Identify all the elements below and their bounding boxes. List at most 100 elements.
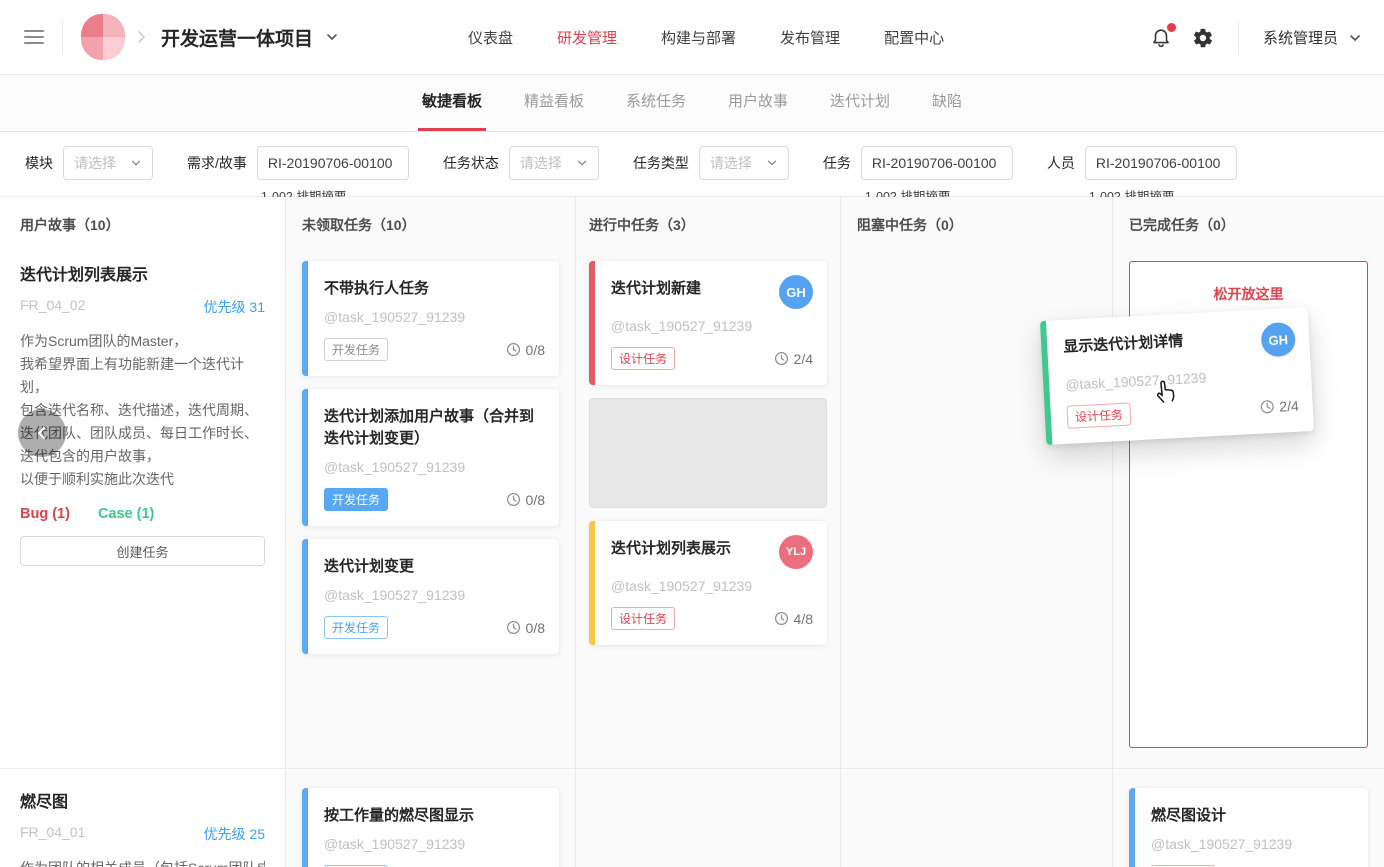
nav-item-release[interactable]: 发布管理 <box>780 27 840 48</box>
filter-label: 任务状态 <box>443 146 499 180</box>
nav-item-build-deploy[interactable]: 构建与部署 <box>661 27 736 48</box>
task-tag: 开发任务 <box>324 488 388 511</box>
task-card[interactable]: 迭代计划新建 GH @task_190527_91239 设计任务 2/4 <box>589 261 827 385</box>
task-card[interactable]: 燃尽图设计 @task_190527_91239 设计任务 <box>1129 788 1368 867</box>
gear-icon[interactable] <box>1192 27 1214 49</box>
clock-icon <box>506 342 521 357</box>
task-tag: 设计任务 <box>1066 402 1131 428</box>
task-title: 迭代计划添加用户故事（合并到迭代计划变更） <box>324 406 545 450</box>
hand-pointer-icon <box>1150 376 1181 412</box>
task-title: 迭代计划列表展示 <box>611 538 731 560</box>
task-title: 迭代计划变更 <box>324 556 545 578</box>
tab-defects[interactable]: 缺陷 <box>928 75 966 131</box>
assignee-avatar[interactable]: YLJ <box>779 535 813 569</box>
app-header: 开发运营一体项目 仪表盘 研发管理 构建与部署 发布管理 配置中心 系统管理员 <box>0 0 1384 75</box>
chevron-down-icon <box>130 157 142 169</box>
drop-zone-label: 松开放这里 <box>1130 284 1367 304</box>
nav-item-dashboard[interactable]: 仪表盘 <box>468 27 513 48</box>
drag-placeholder <box>589 398 827 508</box>
select-placeholder: 请选择 <box>74 153 116 173</box>
filter-module: 模块 请选择 <box>25 146 153 196</box>
task-id: @task_190527_91239 <box>324 836 545 852</box>
bell-icon[interactable] <box>1150 26 1172 50</box>
clock-icon <box>774 611 789 626</box>
module-select[interactable]: 请选择 <box>63 146 153 180</box>
task-card[interactable]: 迭代计划变更 @task_190527_91239 开发任务 0/8 <box>302 539 559 654</box>
task-hours: 2/4 <box>794 351 813 367</box>
filter-label: 任务类型 <box>633 146 689 180</box>
filter-label: 模块 <box>25 146 53 180</box>
task-id: @task_190527_91239 <box>1151 836 1354 852</box>
filter-person: 人员 1-002 排期摘要 <box>1047 146 1237 196</box>
header-right: 系统管理员 <box>1150 0 1362 75</box>
task-title: 燃尽图设计 <box>1151 805 1354 827</box>
story-description: 作为Scrum团队的Master， 我希望界面上有功能新建一个迭代计划， 包含迭… <box>20 330 265 491</box>
tab-agile-board[interactable]: 敏捷看板 <box>418 75 486 131</box>
column-title: 未领取任务（10） <box>302 215 559 235</box>
filter-task-status: 任务状态 请选择 <box>443 146 599 196</box>
nav-item-rd-management[interactable]: 研发管理 <box>557 27 617 48</box>
task-tag: 开发任务 <box>324 616 388 639</box>
chevron-down-icon[interactable] <box>325 30 339 44</box>
task-id: @task_190527_91239 <box>1065 365 1298 393</box>
task-id: @task_190527_91239 <box>324 459 545 475</box>
clock-icon <box>506 620 521 635</box>
tab-system-tasks[interactable]: 系统任务 <box>622 75 690 131</box>
app-logo[interactable] <box>81 14 125 60</box>
case-count-link[interactable]: Case (1) <box>98 506 154 522</box>
tab-lean-board[interactable]: 精益看板 <box>520 75 588 131</box>
chevron-down-icon <box>1348 31 1362 45</box>
task-id: @task_190527_91239 <box>611 318 813 334</box>
nav-item-config-center[interactable]: 配置中心 <box>884 27 944 48</box>
story-card-lane2[interactable]: 燃尽图 FR_04_01 优先级 25 作为团队的相关成员（包括Scrum团队成 <box>20 788 265 867</box>
assignee-avatar[interactable]: GH <box>1260 322 1296 358</box>
task-status-select[interactable]: 请选择 <box>509 146 599 180</box>
project-title[interactable]: 开发运营一体项目 <box>161 24 313 51</box>
bug-count-link[interactable]: Bug (1) <box>20 506 70 522</box>
task-hours: 2/4 <box>1279 397 1299 414</box>
task-tag: 设计任务 <box>611 607 675 630</box>
column-title: 进行中任务（3） <box>589 215 827 235</box>
chevron-down-icon <box>766 157 778 169</box>
tab-iteration-plan[interactable]: 迭代计划 <box>826 75 894 131</box>
task-id: @task_190527_91239 <box>324 587 545 603</box>
user-name: 系统管理员 <box>1263 27 1338 48</box>
assignee-avatar[interactable]: GH <box>779 275 813 309</box>
column-done: 已完成任务（0） 松开放这里 燃尽图设计 @task_190527_91239 … <box>1112 197 1384 867</box>
chevron-down-icon <box>576 157 588 169</box>
story-input[interactable] <box>257 146 409 180</box>
filter-label: 需求/故事 <box>187 146 247 180</box>
column-blocked: 阻塞中任务（0） <box>840 197 1112 867</box>
story-priority: 优先级 25 <box>204 824 265 844</box>
person-input[interactable] <box>1085 146 1237 180</box>
user-menu[interactable]: 系统管理员 <box>1263 27 1362 48</box>
task-title: 显示迭代计划详情 <box>1063 331 1184 359</box>
story-prev-button[interactable] <box>18 409 66 457</box>
story-code: FR_04_02 <box>20 297 85 317</box>
column-user-stories: 用户故事（10） 迭代计划列表展示 FR_04_02 优先级 31 作为Scru… <box>0 197 285 867</box>
story-priority: 优先级 31 <box>204 297 265 317</box>
hamburger-icon[interactable] <box>24 30 44 44</box>
task-card[interactable]: 按工作量的燃尽图显示 @task_190527_91239 开发任务 <box>302 788 559 867</box>
chevron-right-icon <box>135 29 147 45</box>
story-title: 燃尽图 <box>20 788 265 812</box>
story-code: FR_04_01 <box>20 824 85 844</box>
task-title: 不带执行人任务 <box>324 278 545 300</box>
task-title: 按工作量的燃尽图显示 <box>324 805 545 827</box>
tab-user-stories[interactable]: 用户故事 <box>724 75 792 131</box>
task-input[interactable] <box>861 146 1013 180</box>
column-title: 阻塞中任务（0） <box>857 215 1096 235</box>
task-card[interactable]: 迭代计划添加用户故事（合并到迭代计划变更） @task_190527_91239… <box>302 389 559 526</box>
task-id: @task_190527_91239 <box>611 578 813 594</box>
task-card[interactable]: 不带执行人任务 @task_190527_91239 开发任务 0/8 <box>302 261 559 376</box>
column-title: 用户故事（10） <box>20 215 265 235</box>
filter-story: 需求/故事 1-002 排期摘要 <box>187 146 409 196</box>
column-in-progress: 进行中任务（3） 迭代计划新建 GH @task_190527_91239 设计… <box>575 197 840 867</box>
task-card[interactable]: 迭代计划列表展示 YLJ @task_190527_91239 设计任务 4/8 <box>589 521 827 645</box>
chevron-left-icon <box>33 424 51 442</box>
create-task-button[interactable]: 创建任务 <box>20 536 265 566</box>
task-tag: 设计任务 <box>611 347 675 370</box>
task-hours: 0/8 <box>526 620 545 636</box>
task-type-select[interactable]: 请选择 <box>699 146 789 180</box>
kanban-board: 用户故事（10） 迭代计划列表展示 FR_04_02 优先级 31 作为Scru… <box>0 197 1384 867</box>
